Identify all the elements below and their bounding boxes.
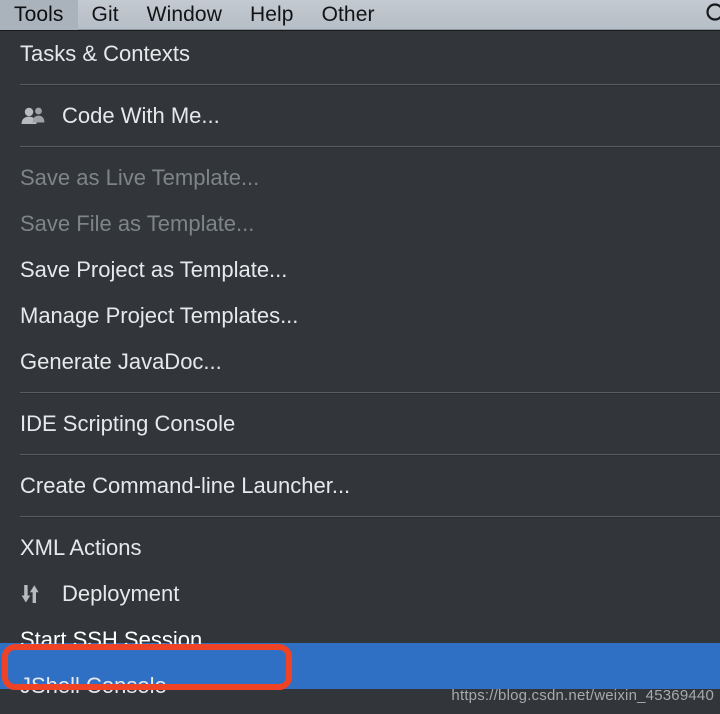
- menubar-item-help[interactable]: Help: [236, 0, 308, 30]
- menubar-item-label: Window: [146, 2, 222, 26]
- menu-item-label: Save Project as Template...: [20, 257, 288, 282]
- menu-item-generate-javadoc[interactable]: Generate JavaDoc...: [0, 339, 720, 385]
- menu-item-label: Create Command-line Launcher...: [20, 473, 351, 498]
- menu-item-start-ssh-session[interactable]: Start SSH Session...: [0, 617, 720, 663]
- menu-separator: [20, 392, 720, 394]
- menu-item-save-as-live-template: Save as Live Template...: [0, 155, 720, 201]
- search-icon[interactable]: [704, 2, 720, 28]
- menu-item-code-with-me[interactable]: Code With Me...: [0, 93, 720, 139]
- menu-bar: Tools Git Window Help Other: [0, 0, 720, 30]
- menu-item-create-command-line-launcher[interactable]: Create Command-line Launcher...: [0, 463, 720, 509]
- menu-item-label: Start SSH Session...: [20, 627, 221, 652]
- menu-separator: [20, 146, 720, 148]
- menubar-item-label: Help: [249, 2, 294, 26]
- menu-item-label: JShell Console: [20, 673, 167, 698]
- menu-item-tasks-and-contexts[interactable]: Tasks & Contexts: [0, 31, 720, 77]
- menu-item-label: Deployment: [62, 581, 180, 606]
- menu-item-label: Save as Live Template...: [20, 165, 260, 190]
- menu-item-label: Code With Me...: [62, 103, 220, 128]
- sync-arrows-icon: [20, 583, 50, 605]
- menu-item-save-file-as-template: Save File as Template...: [0, 201, 720, 247]
- menu-item-label: Generate JavaDoc...: [20, 349, 222, 374]
- menubar-item-label: Git: [91, 2, 119, 26]
- menu-separator: [20, 454, 720, 456]
- menubar-item-label: Tools: [14, 2, 64, 26]
- menu-item-label: IDE Scripting Console: [20, 411, 236, 436]
- menu-item-save-project-as-template[interactable]: Save Project as Template...: [0, 247, 720, 293]
- menubar-item-label: Other: [321, 2, 375, 26]
- menu-separator: [20, 84, 720, 86]
- menu-item-label: Save File as Template...: [20, 211, 255, 236]
- menu-item-label: XML Actions: [20, 535, 142, 560]
- menubar-item-window[interactable]: Window: [133, 0, 236, 30]
- menu-item-manage-project-templates[interactable]: Manage Project Templates...: [0, 293, 720, 339]
- tools-dropdown-menu: Tasks & Contexts Code With Me... Save as…: [0, 31, 720, 714]
- menubar-item-git[interactable]: Git: [78, 0, 133, 30]
- menu-item-label: Manage Project Templates...: [20, 303, 299, 328]
- users-icon: [20, 106, 50, 126]
- menu-separator: [20, 516, 720, 518]
- menubar-item-tools[interactable]: Tools: [0, 0, 78, 30]
- menu-item-ide-scripting-console[interactable]: IDE Scripting Console: [0, 401, 720, 447]
- menubar-item-other[interactable]: Other: [308, 0, 389, 30]
- watermark-text: https://blog.csdn.net/weixin_45369440: [451, 687, 714, 704]
- menu-item-xml-actions[interactable]: XML Actions: [0, 525, 720, 571]
- menu-item-label: Tasks & Contexts: [20, 41, 190, 66]
- menu-item-deployment[interactable]: Deployment: [0, 571, 720, 617]
- menubar-right-group: [704, 2, 720, 28]
